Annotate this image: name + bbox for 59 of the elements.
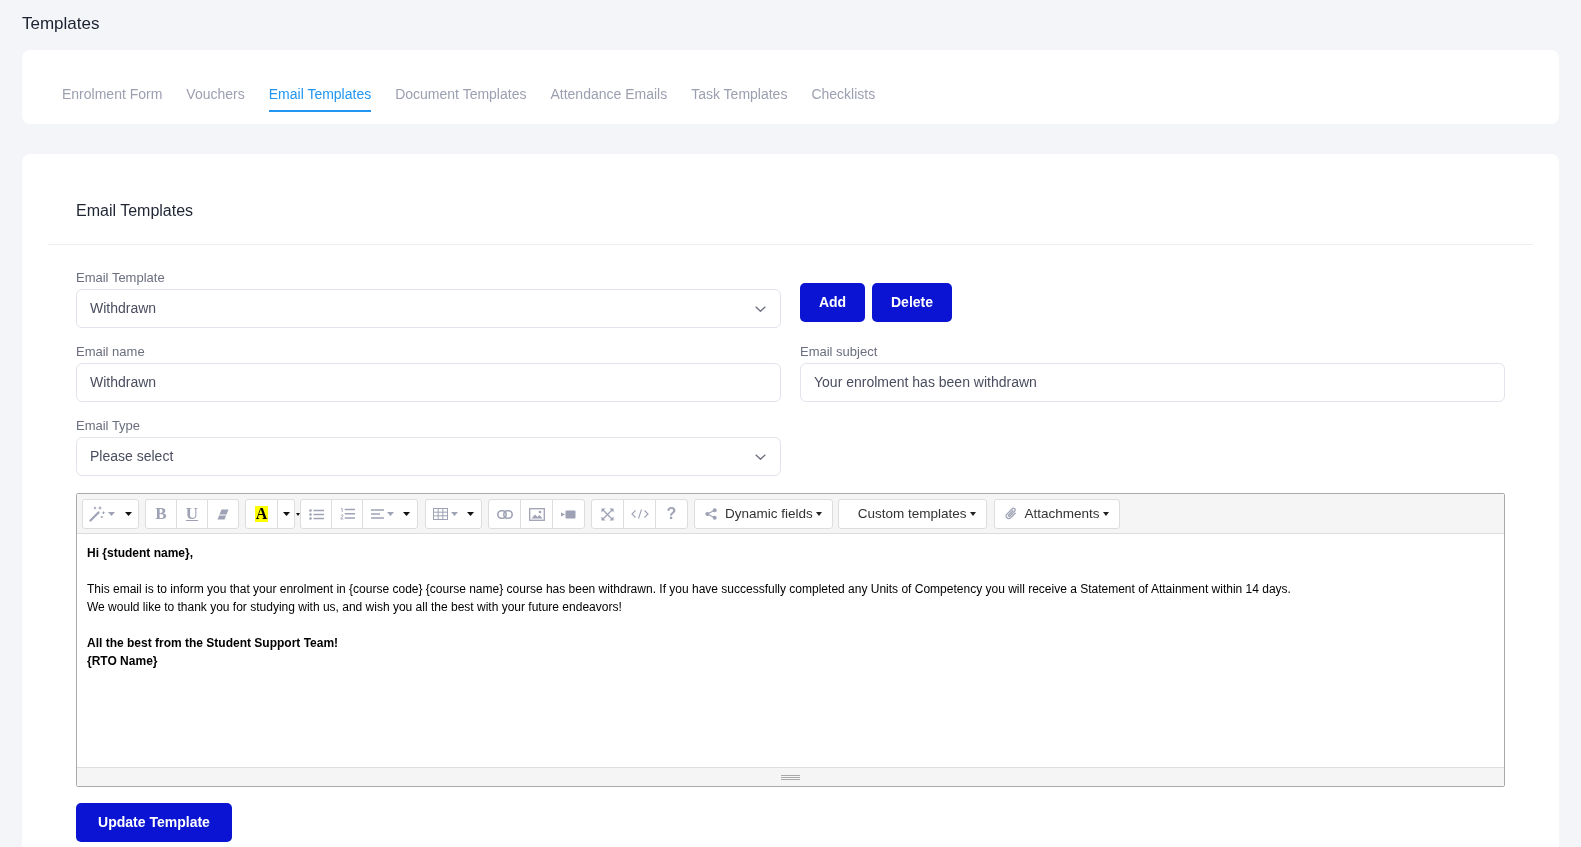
page-title: Templates: [22, 13, 101, 35]
caret-icon: [125, 512, 132, 516]
custom-templates-dropdown[interactable]: Custom templates: [837, 499, 987, 529]
email-template-select[interactable]: Withdrawn: [76, 289, 781, 328]
image-button[interactable]: [520, 499, 553, 529]
field-label: Email name: [76, 343, 146, 361]
section-title: Email Templates: [76, 201, 195, 221]
attachments-dropdown[interactable]: Attachments: [993, 499, 1120, 529]
highlight-color-button[interactable]: A: [245, 499, 278, 529]
link-icon: [496, 509, 513, 519]
chevron-down-icon: [755, 305, 766, 312]
link-button[interactable]: [488, 499, 521, 529]
add-button[interactable]: Add: [800, 283, 865, 322]
caret-icon: [1102, 512, 1109, 516]
email-text: We would like to thank you for studying with us, and wish you all the best with your future endeavors!: [87, 599, 622, 616]
video-button[interactable]: [552, 499, 585, 529]
numbered-list-button[interactable]: [331, 499, 363, 529]
align-left-icon: [370, 509, 384, 519]
table-button[interactable]: [425, 499, 482, 529]
bullet-list-icon: [308, 508, 324, 520]
code-icon: [630, 509, 649, 519]
email-text: Hi {student name},: [87, 545, 194, 562]
fullscreen-icon: [601, 507, 614, 521]
dynamic-fields-dropdown[interactable]: Dynamic fields: [694, 499, 833, 529]
style-button[interactable]: [82, 499, 139, 529]
update-template-button[interactable]: Update Template: [76, 803, 232, 842]
bullet-list-button[interactable]: [300, 499, 332, 529]
caret-icon: [296, 513, 300, 516]
email-text: This email is to inform you that your enrolment in {course code} {course name} course has been withdrawn. If you have successfully completed any Units of Competency you will receive a Statement of Attainment within 14 days.: [87, 581, 1291, 598]
clear-format-button[interactable]: [207, 499, 239, 529]
caret-icon: [451, 512, 458, 516]
field-label: Email subject: [800, 343, 879, 361]
email-subject-field[interactable]: Your enrolment has been withdrawn: [800, 363, 1505, 402]
share-icon: [705, 508, 717, 520]
caret-icon: [108, 512, 115, 516]
magic-wand-icon: [89, 506, 105, 522]
email-type-select[interactable]: Please select: [76, 437, 781, 476]
highlight-letter-icon: A: [254, 506, 269, 522]
chevron-down-icon: [755, 453, 766, 460]
email-name-field[interactable]: Withdrawn: [76, 363, 781, 402]
field-label: Email Template: [76, 269, 166, 287]
paperclip-icon: [1004, 507, 1017, 521]
caret-icon: [969, 512, 976, 516]
video-icon: [561, 509, 576, 519]
email-text: All the best from the Student Support Team!: [87, 635, 339, 652]
delete-button[interactable]: Delete: [872, 283, 952, 322]
image-icon: [528, 507, 545, 521]
table-grid-icon: [433, 508, 448, 520]
email-text: {RTO Name}: [87, 653, 158, 670]
code-view-button[interactable]: [623, 499, 656, 529]
numbered-list-icon: [339, 508, 355, 520]
caret-icon: [815, 512, 822, 516]
caret-icon: [467, 512, 474, 516]
paragraph-align-button[interactable]: [362, 499, 418, 529]
resize-handle-icon: [781, 774, 800, 780]
eraser-icon: [217, 508, 229, 520]
field-label: Email Type: [76, 417, 142, 435]
color-dropdown-button[interactable]: [277, 499, 295, 529]
fullscreen-button[interactable]: [591, 499, 624, 529]
